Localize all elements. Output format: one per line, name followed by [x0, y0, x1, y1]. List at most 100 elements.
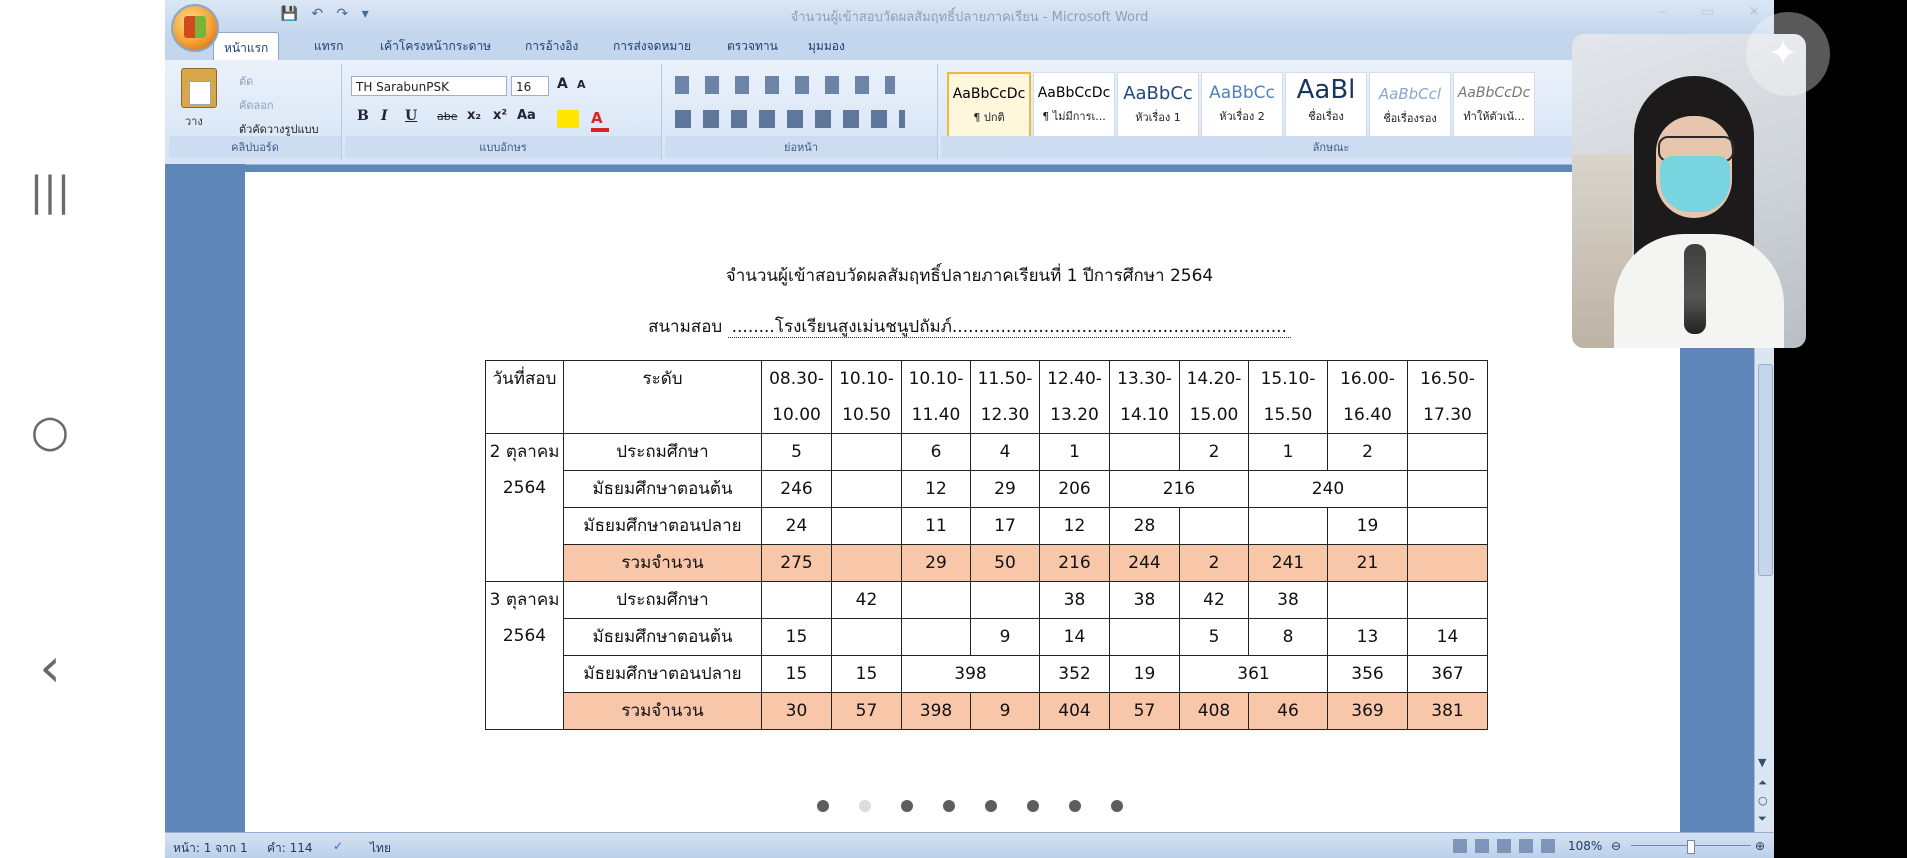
count-cell — [831, 618, 902, 656]
prev-page-icon[interactable]: ⏶ — [1758, 776, 1767, 790]
shrink-font-button[interactable]: A — [577, 78, 586, 91]
zoom-slider-thumb[interactable] — [1687, 840, 1695, 854]
office-button[interactable] — [171, 4, 219, 52]
cut-button[interactable]: ตัด — [239, 72, 253, 90]
proofing-icon[interactable]: ✓ — [333, 839, 343, 853]
scroll-down-icon[interactable]: ▼ — [1758, 756, 1766, 769]
highlight-icon[interactable] — [557, 110, 579, 128]
redo-icon[interactable]: ↷ — [337, 6, 349, 22]
count-cell — [901, 618, 971, 656]
count-cell: 28 — [1109, 507, 1180, 545]
exam-date-cell: 3 ตุลาคม 2564 — [485, 581, 564, 730]
close-icon[interactable]: ✕ — [1748, 4, 1760, 20]
zoom-in-icon[interactable]: ⊕ — [1755, 839, 1765, 853]
header-time-start: 13.30- — [1109, 360, 1180, 397]
ai-sparkle-button[interactable]: ✦ — [1746, 12, 1830, 96]
total-cell: 216 — [1039, 544, 1110, 582]
scroll-thumb[interactable] — [1758, 364, 1773, 576]
tab-insert[interactable]: แทรก — [314, 37, 343, 56]
pager-dot[interactable] — [1026, 800, 1039, 812]
count-cell: 398 — [901, 655, 1040, 693]
superscript-button[interactable]: x² — [493, 108, 507, 123]
style-subtle-emphasis[interactable]: AaBbCcDc ทำให้ตัวเน้... — [1453, 72, 1535, 144]
undo-icon[interactable]: ↶ — [311, 6, 323, 22]
total-cell: 50 — [970, 544, 1040, 582]
tab-view[interactable]: มุมมอง — [808, 37, 845, 56]
style-no-spacing[interactable]: AaBbCcDc ¶ ไม่มีการเ... — [1033, 72, 1115, 144]
window-controls: – ▭ ✕ — [1629, 4, 1760, 20]
view-buttons[interactable] — [1453, 839, 1563, 853]
pager-dot[interactable] — [816, 800, 829, 812]
count-cell: 4 — [970, 433, 1040, 471]
style-title[interactable]: AaBl ชื่อเรื่อง — [1285, 72, 1367, 144]
paste-button[interactable]: วาง — [185, 112, 203, 130]
copy-button[interactable]: คัดลอก — [239, 96, 274, 114]
home-icon[interactable]: ○ — [0, 410, 100, 454]
style-heading-1[interactable]: AaBbCc หัวเรื่อง 1 — [1117, 72, 1199, 144]
font-name-select[interactable]: TH SarabunPSK — [351, 76, 507, 96]
ribbon: วาง ตัด คัดลอก ตัวคัดวางรูปแบบ คลิปบอร์ด… — [165, 60, 1774, 165]
style-normal[interactable]: AaBbCcDc ¶ ปกติ — [947, 72, 1031, 146]
window-title: จำนวนผู้เข้าสอบวัดผลสัมฤทธิ์ปลายภาคเรียน… — [790, 10, 1149, 25]
style-subtitle[interactable]: AaBbCcl ชื่อเรื่องรอง — [1369, 72, 1451, 144]
alignment-buttons[interactable] — [675, 110, 905, 128]
paragraph-label: ย่อหน้า — [665, 136, 937, 158]
customize-qat-icon[interactable]: ▾ — [362, 6, 369, 22]
zoom-level[interactable]: 108% — [1568, 839, 1602, 853]
next-page-icon[interactable]: ⏷ — [1758, 812, 1767, 826]
pager-dot[interactable] — [900, 800, 913, 812]
count-cell: 9 — [970, 618, 1040, 656]
restore-icon[interactable]: ▭ — [1701, 4, 1714, 20]
total-cell: 404 — [1039, 692, 1110, 730]
pager-dot[interactable] — [1068, 800, 1081, 812]
style-heading-2[interactable]: AaBbCc หัวเรื่อง 2 — [1201, 72, 1283, 144]
count-cell — [1248, 507, 1328, 545]
count-cell: 11 — [901, 507, 971, 545]
ribbon-tabs: หน้าแรก แทรก เค้าโครงหน้ากระดาษ การอ้างอ… — [165, 30, 1774, 66]
underline-button[interactable]: U — [405, 108, 417, 124]
left-gap — [100, 0, 165, 858]
exam-count-table: วันที่สอบ ระดับ 08.30- 10.10- 10.10- 11.50- 12… — [485, 360, 1488, 730]
tab-page-layout[interactable]: เค้าโครงหน้ากระดาษ — [380, 37, 491, 56]
tab-references[interactable]: การอ้างอิง — [525, 37, 578, 56]
page-count[interactable]: หน้า: 1 จาก 1 — [173, 839, 248, 858]
total-row: รวมจำนวน 30 57 398 9 404 57 408 46 369 381 — [486, 692, 1488, 730]
strikethrough-button[interactable]: abe — [437, 110, 458, 123]
header-time-end: 10.00 — [761, 397, 832, 434]
exam-date-day: 2 ตุลาคม — [489, 442, 560, 462]
italic-button[interactable]: I — [381, 108, 388, 124]
recent-apps-icon[interactable]: ||| — [0, 172, 100, 212]
font-color-icon[interactable]: A — [591, 110, 609, 132]
exam-date-day: 3 ตุลาคม — [489, 590, 560, 610]
document-title: จำนวนผู้เข้าสอบวัดผลสัมฤทธิ์ปลายภาคเรียน… — [725, 266, 1214, 286]
tab-mailings[interactable]: การส่งจดหมาย — [613, 37, 691, 56]
level-cell: มัธยมศึกษาตอนปลาย — [563, 655, 762, 693]
count-cell — [831, 433, 902, 471]
subscript-button[interactable]: x₂ — [467, 108, 481, 123]
level-cell: ประถมศึกษา — [563, 433, 762, 471]
pager-dot[interactable] — [942, 800, 955, 812]
tab-review[interactable]: ตรวจทาน — [727, 37, 778, 56]
back-icon[interactable]: ‹ — [0, 641, 100, 695]
language[interactable]: ไทย — [370, 839, 391, 858]
list-buttons[interactable] — [675, 76, 895, 94]
exam-date-cell: 2 ตุลาคม 2564 — [485, 433, 564, 582]
zoom-out-icon[interactable]: ⊖ — [1611, 839, 1621, 853]
bold-button[interactable]: B — [357, 108, 369, 124]
minimize-icon[interactable]: – — [1659, 4, 1666, 20]
count-cell: 38 — [1109, 581, 1180, 619]
pager-dot[interactable] — [984, 800, 997, 812]
count-cell: 5 — [1179, 618, 1249, 656]
save-icon[interactable]: 💾 — [280, 6, 297, 22]
pager-dot[interactable] — [1110, 800, 1123, 812]
browse-object-icon[interactable]: ○ — [1758, 794, 1768, 807]
pager-dot[interactable] — [858, 800, 871, 812]
change-case-button[interactable]: Aa — [517, 108, 536, 123]
word-count[interactable]: คำ: 114 — [267, 839, 313, 858]
count-cell: 5 — [761, 433, 832, 471]
quick-access-toolbar: 💾 ↶ ↷ ▾ — [223, 6, 378, 22]
paste-icon[interactable] — [181, 68, 217, 108]
grow-font-button[interactable]: A — [557, 76, 568, 92]
table-row: มัธยมศึกษาตอนปลาย 24 11 17 12 28 19 — [486, 507, 1488, 545]
font-size-select[interactable]: 16 — [511, 76, 549, 96]
